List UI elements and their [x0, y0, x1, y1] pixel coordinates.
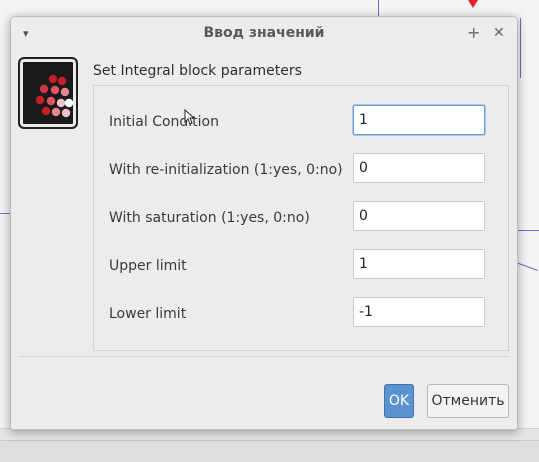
diagram-link — [515, 262, 538, 271]
mouse-cursor-icon — [184, 109, 194, 125]
dialog-header: Set Integral block parameters — [93, 63, 302, 79]
dialog-title: Ввод значений — [203, 25, 325, 41]
dialog-titlebar[interactable]: ▾ Ввод значений + ✕ — [11, 17, 517, 51]
ok-button[interactable]: OK — [384, 384, 414, 418]
diagram-link — [516, 230, 539, 231]
maximize-icon[interactable]: + — [467, 23, 480, 42]
upper-limit-input[interactable]: 1 — [353, 249, 485, 279]
param-label-initial-condition: Initial Condition — [109, 114, 219, 130]
diagram-link — [0, 213, 10, 214]
dialog-separator — [19, 356, 509, 357]
parameters-dialog: ▾ Ввод значений + ✕ Set Integral block p… — [10, 16, 518, 430]
reinitialization-input[interactable]: 0 — [353, 153, 485, 183]
diagram-link — [520, 18, 521, 78]
integral-block-icon — [18, 57, 78, 129]
saturation-input[interactable]: 0 — [353, 201, 485, 231]
initial-condition-input[interactable]: 1 — [353, 105, 485, 135]
parameters-panel: Initial Condition 1 With re-initializati… — [93, 85, 509, 351]
cancel-button[interactable]: Отменить — [427, 384, 509, 418]
diagram-port-marker — [468, 0, 478, 8]
param-label-reinitialization: With re-initialization (1:yes, 0:no) — [109, 162, 343, 178]
param-label-saturation: With saturation (1:yes, 0:no) — [109, 210, 310, 226]
lower-limit-input[interactable]: -1 — [353, 297, 485, 327]
close-icon[interactable]: ✕ — [493, 25, 505, 41]
diagram-statusbar — [0, 440, 539, 462]
param-label-lower-limit: Lower limit — [109, 306, 187, 322]
diagram-link — [378, 0, 379, 16]
param-label-upper-limit: Upper limit — [109, 258, 187, 274]
